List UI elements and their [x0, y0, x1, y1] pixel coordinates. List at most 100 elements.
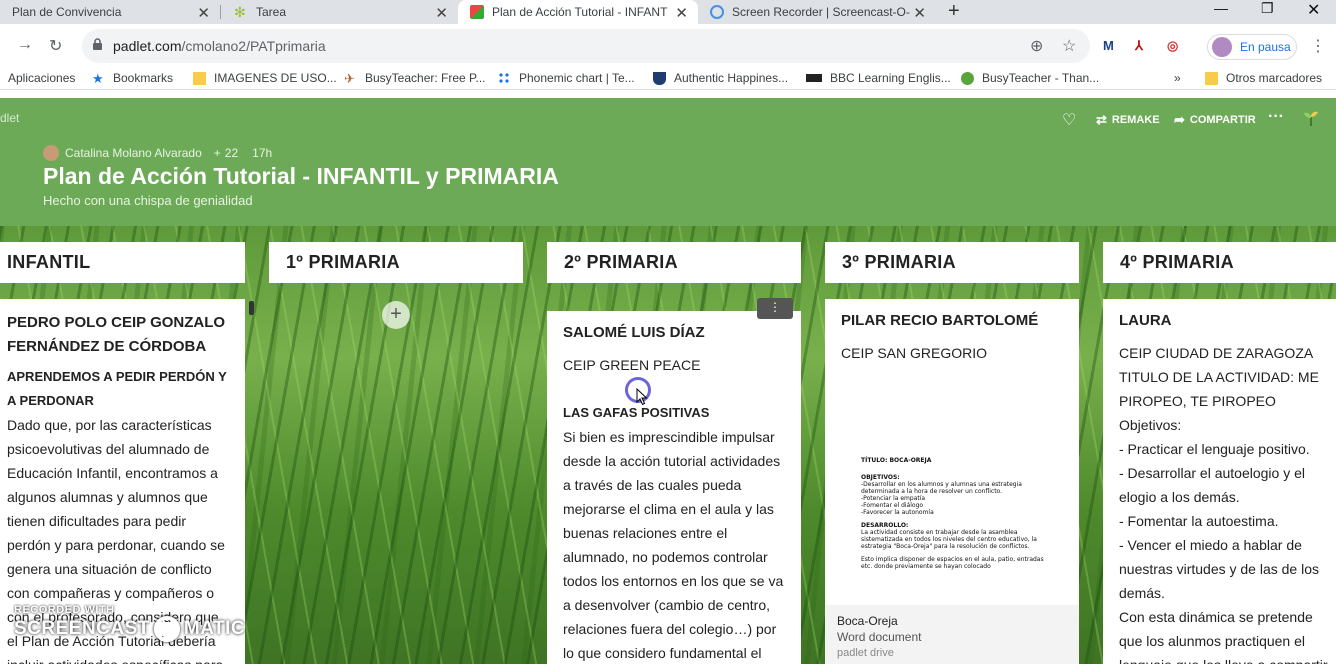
close-icon[interactable]: ✕	[197, 4, 210, 22]
tab-plan-convivencia[interactable]: Plan de Convivencia ✕	[0, 0, 220, 24]
tab-label: Tarea	[256, 5, 287, 19]
remake-button[interactable]: ⇄ REMAKE	[1096, 112, 1160, 128]
bookmark-label: Otros marcadores	[1226, 71, 1323, 85]
post-body: Si bien es imprescindible impulsar desde…	[563, 429, 784, 661]
document-title: TÍTULO: BOCA-OREJA	[861, 457, 932, 464]
plus-icon: +	[213, 146, 221, 160]
bookmark-bookmarks[interactable]: ★ Bookmarks	[92, 71, 173, 85]
tab-label: Plan de Convivencia	[12, 5, 122, 19]
star-icon[interactable]: ☆	[1062, 36, 1076, 56]
close-icon[interactable]: ✕	[435, 4, 448, 22]
document-line: -Potenciar la empatía	[861, 495, 926, 502]
scroll-handle[interactable]	[249, 301, 254, 315]
post-card-4-primaria[interactable]: LAURA CEIP CIUDAD DE ZARAGOZA TITULO DE …	[1103, 299, 1336, 664]
address-bar-row: → ↻ padlet.com/cmolano2/PATprimaria ⊕ ☆ …	[0, 24, 1336, 68]
screencast-logo-icon	[153, 616, 180, 642]
extension-circle-icon[interactable]: ◎	[1167, 38, 1178, 54]
bookmark-imagenes[interactable]: IMAGENES DE USO...	[193, 71, 337, 85]
bookmark-label: Phonemic chart | Te...	[519, 71, 635, 85]
post-title: SALOMÉ LUIS DÍAZ	[563, 324, 705, 341]
repeat-icon: ⇄	[1096, 112, 1107, 127]
close-icon[interactable]: ✕	[913, 4, 926, 22]
column-header-infantil: INFANTIL	[0, 242, 245, 283]
bookmark-label: Aplicaciones	[8, 71, 76, 85]
avatar	[1212, 37, 1232, 57]
more-options-icon[interactable]: ···	[1268, 108, 1284, 126]
bookmark-apps[interactable]: Aplicaciones	[8, 71, 75, 85]
column-header-2-primaria: 2º PRIMARIA	[547, 242, 801, 283]
column-title: 3º PRIMARIA	[842, 252, 956, 272]
tab-screen-recorder[interactable]: Screen Recorder | Screencast-O- ✕	[698, 0, 936, 24]
omnibox[interactable]: padlet.com/cmolano2/PATprimaria ⊕ ☆	[82, 29, 1090, 63]
avatar[interactable]	[43, 145, 59, 161]
tab-plan-accion-tutorial[interactable]: Plan de Acción Tutorial - INFANT ✕	[458, 0, 698, 24]
watermark-text-a: SCREENCAST	[14, 618, 150, 639]
sprout-icon[interactable]	[1301, 108, 1321, 128]
tab-label: Screen Recorder | Screencast-O-	[732, 5, 910, 19]
author-name[interactable]: Catalina Molano Alvarado	[65, 146, 202, 160]
bookmark-label: BusyTeacher: Free P...	[365, 71, 486, 85]
bookmark-busyteacher-thanks[interactable]: BusyTeacher - Than...	[961, 71, 1099, 85]
author-line: Catalina Molano Alvarado + 22 17h	[43, 145, 272, 161]
minimize-icon[interactable]: —	[1214, 0, 1228, 16]
check-circle-icon	[961, 71, 974, 85]
attachment-footer[interactable]: Boca-Oreja Word document padlet drive	[825, 605, 1079, 664]
column-title: 2º PRIMARIA	[564, 252, 678, 272]
profile-button[interactable]: En pausa	[1207, 34, 1297, 60]
add-circle-icon[interactable]: ⊕	[1030, 36, 1043, 56]
folder-icon	[193, 71, 206, 85]
post-card-2-primaria[interactable]: SALOMÉ LUIS DÍAZ CEIP GREEN PEACE LAS GA…	[547, 311, 801, 664]
document-line: -Favorecer la autonomía	[861, 509, 934, 516]
padlet-logo[interactable]: dlet	[0, 111, 19, 125]
watermark-line2: SCREENCAST MATIC	[14, 616, 245, 642]
post-line: Con esta dinámica se pretende que los al…	[1119, 609, 1328, 664]
watermark-text-b: MATIC	[183, 618, 246, 639]
padlet-board: INFANTIL 1º PRIMARIA 2º PRIMARIA 3º PRIM…	[0, 226, 1336, 664]
bookmark-phonemic-chart[interactable]: Phonemic chart | Te...	[498, 71, 635, 85]
close-window-icon[interactable]: ✕	[1307, 0, 1320, 20]
tab-tarea[interactable]: ✻ Tarea ✕	[222, 0, 458, 24]
bookmark-busyteacher-free[interactable]: ✈ BusyTeacher: Free P...	[344, 71, 486, 85]
padlet-header: dlet Catalina Molano Alvarado + 22 17h P…	[0, 98, 1336, 226]
page-subtitle: Hecho con una chispa de genialidad	[43, 193, 253, 208]
close-icon[interactable]: ✕	[675, 4, 688, 22]
card-menu-icon[interactable]: ⋮	[757, 298, 793, 319]
post-line: Objetivos:	[1119, 417, 1182, 433]
post-line: TITULO DE LA ACTIVIDAD: ME PIROPEO, TE P…	[1119, 369, 1319, 409]
bookmark-otros[interactable]: Otros marcadores	[1205, 71, 1322, 85]
bookmark-authentic-happiness[interactable]: Authentic Happines...	[653, 71, 788, 85]
restore-icon[interactable]: ❐	[1261, 0, 1274, 17]
document-line: -Desarrollar en los alumnos y alumnas un…	[861, 481, 1022, 495]
column-header-3-primaria: 3º PRIMARIA	[825, 242, 1079, 283]
padlet-icon	[470, 5, 484, 19]
document-text: TÍTULO: BOCA-OREJA OBJETIVOS: -Desarroll…	[861, 457, 1045, 570]
forward-icon[interactable]: →	[17, 36, 33, 54]
bookmark-label: BusyTeacher - Than...	[982, 71, 1100, 85]
add-post-button[interactable]: +	[382, 301, 410, 329]
shield-icon	[653, 71, 666, 85]
extension-m-icon[interactable]: M	[1103, 38, 1114, 53]
new-tab-icon[interactable]: +	[948, 0, 960, 23]
more-icon[interactable]: ⋮	[1310, 36, 1326, 56]
tab-divider	[220, 5, 221, 19]
post-card-3-primaria[interactable]: PILAR RECIO BARTOLOMÉ CEIP SAN GREGORIO …	[825, 299, 1079, 664]
post-line: - Practicar el lenguaje positivo.	[1119, 441, 1310, 457]
bookmark-bbc[interactable]: BBC Learning Englis...	[806, 71, 951, 85]
post-school: CEIP SAN GREGORIO	[841, 345, 987, 361]
bookmark-label: Authentic Happines...	[674, 71, 789, 85]
attachment-name: Boca-Oreja	[837, 614, 898, 628]
reload-icon[interactable]: ↻	[49, 36, 62, 56]
heart-icon[interactable]: ♡	[1062, 110, 1076, 130]
document-line: Esto implica disponer de espacios en el …	[861, 556, 1044, 570]
bookmarks-overflow[interactable]: »	[1174, 71, 1181, 85]
tab-label: Plan de Acción Tutorial - INFANT	[492, 5, 668, 19]
url-text: padlet.com/cmolano2/PATprimaria	[113, 38, 326, 54]
post-school: CEIP GREEN PEACE	[563, 357, 701, 373]
post-line: - Desarrollar el autoelogio y el elogio …	[1119, 465, 1305, 505]
share-button[interactable]: ➦ COMPARTIR	[1174, 112, 1256, 128]
post-title: LAURA	[1119, 312, 1172, 329]
acrobat-icon[interactable]: ⅄	[1135, 38, 1143, 54]
watermark-line1: RECORDED WITH	[14, 604, 115, 616]
mouse-pointer-icon	[636, 388, 648, 406]
document-preview[interactable]: TÍTULO: BOCA-OREJA OBJETIVOS: -Desarroll…	[825, 369, 1079, 609]
